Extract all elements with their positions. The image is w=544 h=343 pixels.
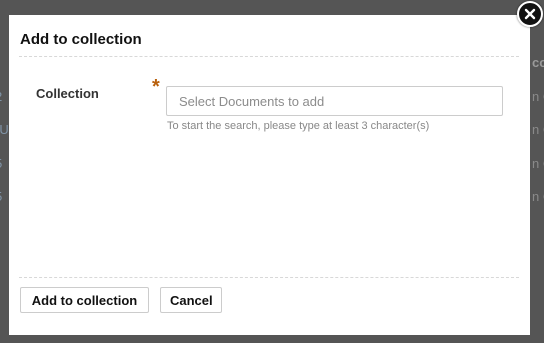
background-row-fragment: 2 xyxy=(0,89,2,104)
background-header-fragment: co xyxy=(532,55,544,70)
background-row-fragment: n C xyxy=(532,156,544,171)
background-row-fragment: n C xyxy=(532,122,544,137)
footer-divider xyxy=(19,277,519,278)
background-row-fragment: n C xyxy=(532,189,544,204)
collection-field-label: Collection xyxy=(36,86,99,101)
add-to-collection-dialog: Add to collection Collection * To start … xyxy=(9,15,530,335)
close-dialog-button[interactable] xyxy=(517,1,543,27)
header-divider xyxy=(19,56,519,57)
background-row-fragment: n C xyxy=(532,89,544,104)
background-row-fragment: -U xyxy=(0,122,9,137)
cancel-button[interactable]: Cancel xyxy=(160,287,222,313)
add-to-collection-button[interactable]: Add to collection xyxy=(20,287,149,313)
required-indicator: * xyxy=(152,76,160,98)
background-row-fragment: 5 xyxy=(0,189,2,204)
dialog-title: Add to collection xyxy=(20,31,142,48)
close-icon xyxy=(524,8,536,20)
search-help-text: To start the search, please type at leas… xyxy=(167,120,430,132)
document-search-input[interactable] xyxy=(166,86,503,116)
background-row-fragment: 5 xyxy=(0,156,2,171)
